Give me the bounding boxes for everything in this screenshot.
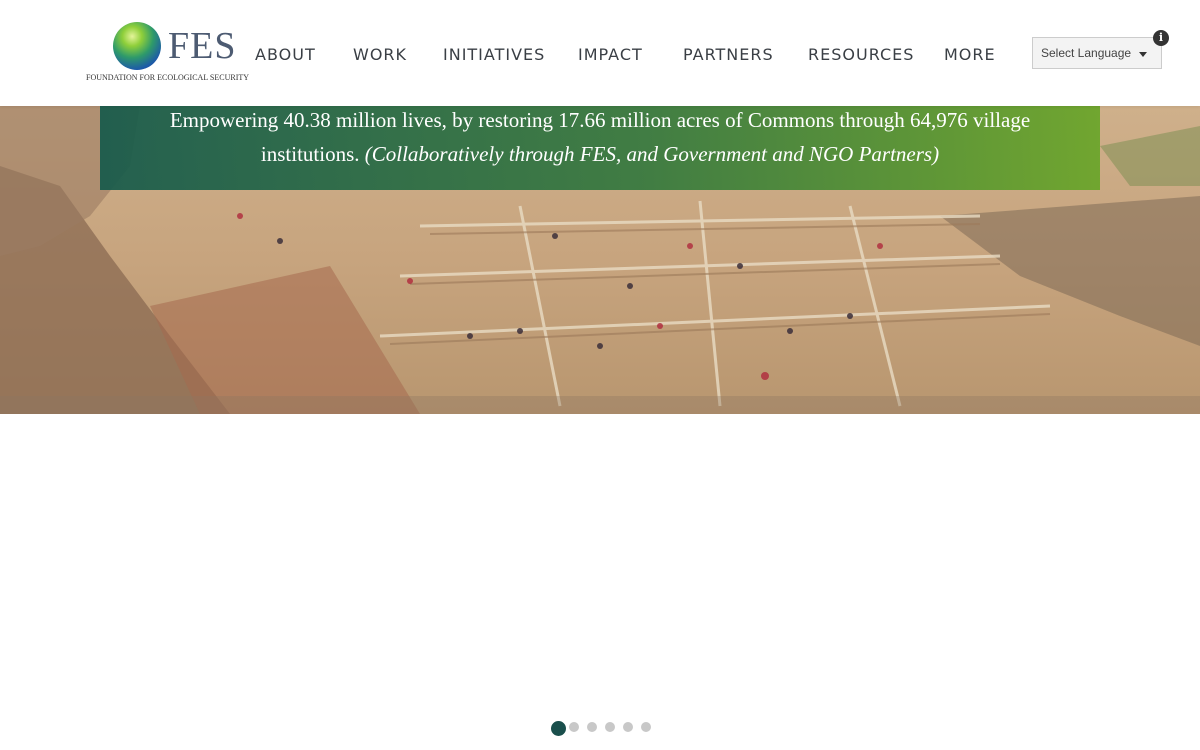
nav-item-partners[interactable]: PARTNERS (683, 44, 774, 66)
banner-text-line2: institutions. (Collaboratively through F… (100, 140, 1100, 168)
banner-text-line1: Empowering 40.38 million lives, by resto… (169, 108, 1031, 132)
language-select[interactable]: Select Language (1032, 37, 1162, 69)
globe-logo-icon (113, 22, 161, 70)
nav-item-resources[interactable]: RESOURCES (808, 44, 914, 66)
carousel-dot-2[interactable] (569, 722, 579, 732)
carousel-dot-6[interactable] (641, 722, 651, 732)
logo-tagline: FOUNDATION FOR ECOLOGICAL SECURITY (86, 73, 250, 82)
carousel-dot-5[interactable] (623, 722, 633, 732)
carousel-dot-1[interactable] (551, 721, 566, 736)
nav-item-more[interactable]: MORE (944, 44, 996, 66)
nav-item-about[interactable]: ABOUT (255, 44, 316, 66)
banner-text-plain: institutions. (260, 142, 360, 166)
nav-item-impact[interactable]: IMPACT (578, 44, 643, 66)
carousel-dots (548, 718, 658, 740)
chevron-down-icon (1139, 52, 1147, 57)
banner-text-italic: (Collaboratively through FES, and Govern… (364, 142, 940, 166)
carousel-dot-3[interactable] (587, 722, 597, 732)
impact-banner: Empowering 40.38 million lives, by resto… (100, 106, 1100, 190)
nav-item-initiatives[interactable]: INITIATIVES (443, 44, 545, 66)
logo-title: FES (168, 25, 237, 67)
nav-item-work[interactable]: WORK (353, 44, 407, 66)
fes-logo[interactable]: FES FOUNDATION FOR ECOLOGICAL SECURITY (84, 20, 259, 86)
carousel-dot-4[interactable] (605, 722, 615, 732)
info-icon[interactable]: i (1153, 30, 1169, 46)
site-header: FES FOUNDATION FOR ECOLOGICAL SECURITY A… (0, 0, 1200, 106)
language-select-label: Select Language (1041, 46, 1132, 60)
